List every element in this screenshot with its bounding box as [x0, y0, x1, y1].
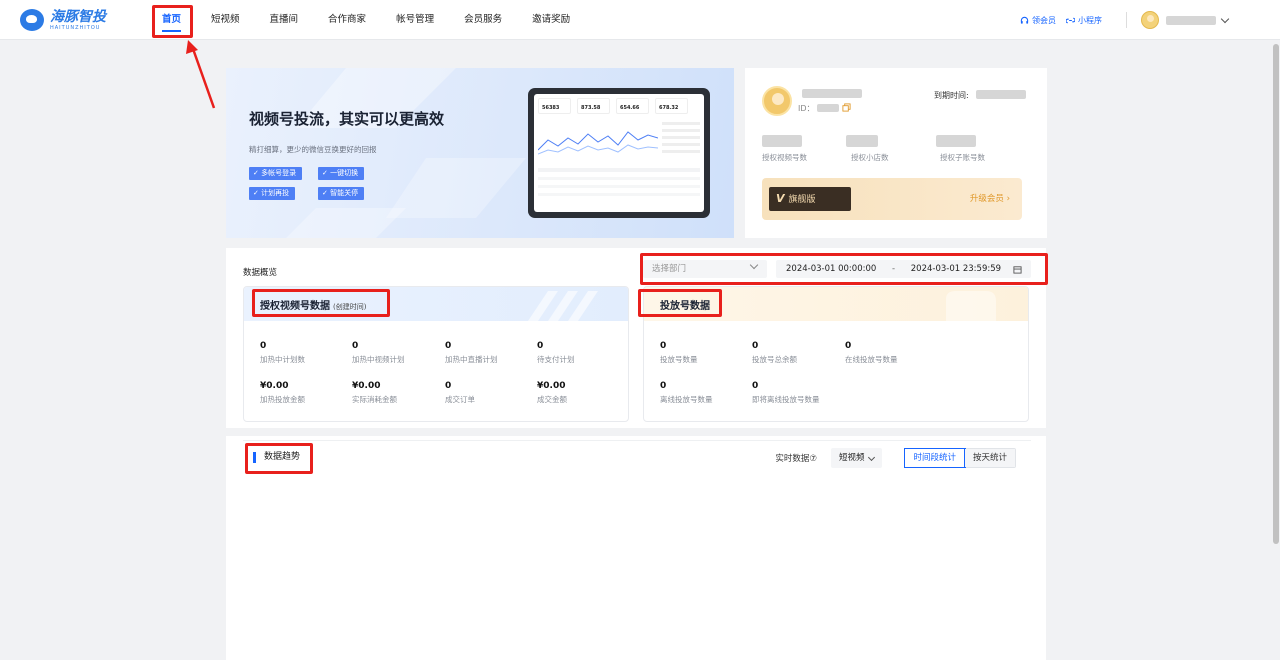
stat-label: 授权小店数 — [851, 153, 889, 162]
nav-live-room[interactable]: 直播间 — [270, 0, 299, 40]
content-type-dropdown[interactable]: 短视频 — [830, 448, 883, 468]
user-name-redacted — [1166, 15, 1216, 25]
feature-tag: ✓ 智能关停 — [318, 187, 365, 200]
date-separator: - — [891, 264, 896, 274]
department-select[interactable]: 选择部门 — [643, 260, 767, 278]
main-nav: 首页 短视频 直播间 合作商家 帐号管理 会员服务 邀请奖励 — [162, 0, 600, 40]
chevron-down-icon — [749, 260, 759, 270]
stat-item: 0 即将离线投放号数量 — [752, 381, 820, 404]
account-id-redacted — [817, 104, 839, 112]
stat-item: 0 加热中直播计划 — [445, 341, 498, 364]
feature-tag: ✓ 多帐号登录 — [249, 167, 303, 180]
tablet-dashboard-illustration: 56383 873.58 654.66 678.32 — [528, 88, 710, 218]
account-id-label: ID： — [798, 104, 815, 113]
stat-item: 0 离线投放号数量 — [660, 381, 713, 404]
nav-invite-rewards[interactable]: 邀请奖励 — [532, 0, 570, 40]
profile-card: ID： 到期时间: 授权视频号数 授权小店数 授权子账号数 V 旗舰版 升级会员 … — [745, 68, 1047, 238]
annotation-arrow — [186, 40, 216, 109]
data-overview-section: 数据概览 选择部门 2024-03-01 00:00:00 - 2024-03-… — [226, 248, 1046, 428]
stat-item: 0 待支付计划 — [537, 341, 575, 364]
avatar — [762, 86, 792, 116]
stat-value-redacted — [846, 135, 878, 147]
banner-subtitle: 精打细算，更少的微信豆换更好的回报 — [249, 145, 377, 154]
stat-item: 0 成交订单 — [445, 381, 475, 404]
stat-item: ¥0.00 成交金额 — [537, 381, 567, 404]
stat-item: 0 投放号数量 — [660, 341, 698, 364]
stat-item: ¥0.00 实际消耗金额 — [352, 381, 397, 404]
date-start: 2024-03-01 00:00:00 — [786, 264, 877, 274]
stat-value-redacted — [762, 135, 802, 147]
tab-daily[interactable]: 按天统计 — [964, 449, 1015, 467]
get-membership-link[interactable]: 领会员 — [1020, 15, 1056, 26]
avatar — [1141, 11, 1159, 29]
authorized-channel-panel: 授权视频号数据 (创建时间) 0 加热中计划数 0 加热中视频计划 0 加热中直播计划 … — [243, 286, 629, 422]
ad-account-panel: 投放号数据 0 投放号数量 0 投放号总余额 0 在线投放号数量 0 离线投放号数量 0… — [643, 286, 1029, 422]
vip-level-badge: V 旗舰版 — [769, 187, 851, 211]
copy-icon[interactable] — [842, 103, 851, 112]
panel-title: 投放号数据 — [660, 301, 710, 312]
brand-logo[interactable]: 海豚智投 HAITUNZHITOU — [20, 9, 106, 31]
stat-item: ¥0.00 加热投放金额 — [260, 381, 305, 404]
upgrade-membership-link[interactable]: 升级会员 › — [970, 192, 1010, 204]
date-end: 2024-03-01 23:59:59 — [910, 264, 1002, 274]
nav-account-management[interactable]: 帐号管理 — [396, 0, 434, 40]
mini-program-label: 小程序 — [1078, 15, 1102, 25]
banner-title: 视频号投流，其实可以更高效 — [249, 110, 445, 128]
user-menu[interactable] — [1141, 11, 1230, 29]
date-range-picker[interactable]: 2024-03-01 00:00:00 - 2024-03-01 23:59:5… — [776, 260, 1031, 278]
panel-decoration — [528, 291, 598, 321]
promo-banner[interactable]: 视频号投流，其实可以更高效 精打细算，更少的微信豆换更好的回报 ✓ 多帐号登录 … — [226, 68, 734, 238]
calendar-icon — [1013, 266, 1022, 274]
nav-membership[interactable]: 会员服务 — [464, 0, 502, 40]
panel-decoration — [946, 291, 996, 321]
panel-title: 授权视频号数据 (创建时间) — [260, 301, 367, 312]
nav-short-video[interactable]: 短视频 — [211, 0, 240, 40]
stat-value-redacted — [936, 135, 976, 147]
chevron-down-icon — [1220, 14, 1230, 23]
membership-card: V 旗舰版 升级会员 › — [762, 178, 1022, 220]
section-title: 数据概览 — [243, 268, 278, 278]
brand-name: 海豚智投 — [50, 8, 106, 25]
stat-label: 授权子账号数 — [940, 153, 985, 162]
stat-mode-toggle: 时间段统计 按天统计 — [904, 448, 1016, 468]
divider — [1126, 12, 1127, 28]
stat-item: 0 加热中计划数 — [260, 341, 305, 364]
stat-item: 0 在线投放号数量 — [845, 341, 898, 364]
nav-partners[interactable]: 合作商家 — [328, 0, 366, 40]
mini-program-link[interactable]: 小程序 — [1066, 15, 1102, 26]
get-membership-label: 领会员 — [1032, 15, 1056, 25]
brand-name-en: HAITUNZHITOU — [50, 24, 101, 31]
tab-time-period[interactable]: 时间段统计 — [904, 448, 966, 468]
chevron-down-icon — [868, 453, 876, 462]
expire-label: 到期时间: — [934, 91, 969, 100]
expire-date-redacted — [976, 90, 1026, 99]
top-nav-bar: 海豚智投 HAITUNZHITOU 首页 短视频 直播间 合作商家 帐号管理 会… — [0, 0, 1280, 40]
stat-item: 0 投放号总余额 — [752, 341, 797, 364]
stat-label: 授权视频号数 — [762, 153, 807, 162]
section-title: 数据趋势 — [253, 452, 300, 463]
stat-item: 0 加热中视频计划 — [352, 341, 405, 364]
headset-icon — [1020, 16, 1029, 24]
feature-tag: ✓ 一键切换 — [318, 167, 365, 180]
data-trend-section: 数据趋势 实时数据⑦ 短视频 时间段统计 按天统计 — [226, 436, 1046, 660]
feature-tag: ✓ 计划再投 — [249, 187, 296, 200]
scrollbar-thumb[interactable] — [1273, 44, 1279, 544]
account-phone-redacted — [802, 89, 862, 98]
realtime-data-label[interactable]: 实时数据⑦ — [775, 452, 817, 464]
dolphin-logo-icon — [20, 9, 44, 31]
mini-program-icon — [1066, 17, 1075, 23]
trend-chart-area — [243, 440, 1031, 660]
nav-home[interactable]: 首页 — [162, 0, 182, 40]
